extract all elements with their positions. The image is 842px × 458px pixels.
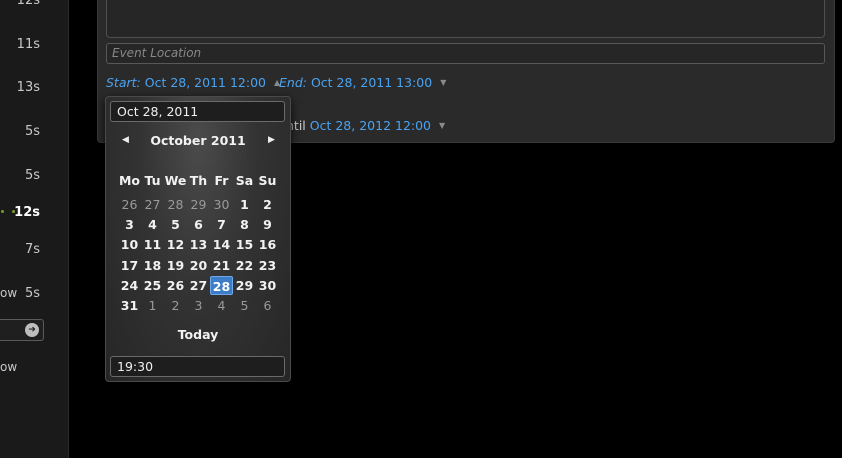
sidebar-search-input[interactable]: ➜ [0, 319, 44, 341]
end-value[interactable]: Oct 28, 2011 13:00 [311, 75, 432, 90]
start-value[interactable]: Oct 28, 2011 12:00 [145, 75, 266, 90]
weekday-header: Mo [118, 173, 141, 188]
calendar-day[interactable]: 29 [187, 195, 210, 214]
calendar-day[interactable]: 18 [141, 256, 164, 275]
event-description-textarea[interactable] [106, 0, 825, 38]
calendar-day[interactable]: 10 [118, 235, 141, 254]
start-datetime-field[interactable]: Start: Oct 28, 2011 12:00 ▲ [106, 75, 280, 90]
calendar-day[interactable]: 13 [187, 235, 210, 254]
date-input[interactable]: Oct 28, 2011 [110, 101, 285, 122]
calendar-day[interactable]: 15 [233, 235, 256, 254]
weekday-header: Th [189, 173, 208, 188]
calendar-day[interactable]: 21 [210, 256, 233, 275]
calendar-day[interactable]: 3 [187, 296, 210, 315]
calendar-day[interactable]: 26 [164, 276, 187, 295]
duration-label[interactable]: 5s [25, 168, 40, 183]
weekday-header: Su [258, 173, 277, 188]
weekday-header: Sa [235, 173, 254, 188]
calendar-day[interactable]: 12 [164, 235, 187, 254]
calendar-day[interactable]: 5 [164, 215, 187, 234]
calendar-day[interactable]: 6 [187, 215, 210, 234]
calendar-day[interactable]: 14 [210, 235, 233, 254]
calendar-day[interactable]: 30 [210, 195, 233, 214]
start-label: Start: [106, 75, 141, 90]
repeat-until-field[interactable]: ntil Oct 28, 2012 12:00 ▼ [286, 118, 445, 133]
calendar-day[interactable]: 4 [141, 215, 164, 234]
calendar-day[interactable]: 8 [233, 215, 256, 234]
calendar-day[interactable]: 26 [118, 195, 141, 214]
calendar-day[interactable]: 31 [118, 296, 141, 315]
calendar-day[interactable]: 20 [187, 256, 210, 275]
weekday-header: We [164, 173, 187, 188]
calendar-day-selected[interactable]: 28 [210, 275, 233, 295]
sidebar-now-label-2: ow [0, 360, 18, 374]
calendar-day[interactable]: 22 [233, 256, 256, 275]
calendar-day[interactable]: 25 [141, 276, 164, 295]
sidebar: 12s 11s 13s 5s 5s 12s 7s 5s ow ➜ ow [0, 0, 69, 458]
today-button[interactable]: Today [106, 327, 290, 342]
end-datetime-field[interactable]: End: Oct 28, 2011 13:00 ▼ [279, 75, 446, 90]
calendar-day[interactable]: 4 [210, 296, 233, 315]
until-value[interactable]: Oct 28, 2012 12:00 [310, 118, 431, 133]
calendar-day[interactable]: 5 [233, 296, 256, 315]
duration-label[interactable]: 12s [14, 205, 40, 220]
calendar-day[interactable]: 7 [210, 215, 233, 234]
end-label: End: [279, 75, 307, 90]
calendar-day[interactable]: 30 [256, 276, 279, 295]
calendar-day[interactable]: 6 [256, 296, 279, 315]
calendar-day[interactable]: 9 [256, 215, 279, 234]
duration-label[interactable]: 11s [17, 37, 40, 52]
duration-label[interactable]: 5s [25, 286, 40, 301]
duration-label[interactable]: 7s [25, 242, 40, 257]
calendar-day[interactable]: 24 [118, 276, 141, 295]
calendar-day[interactable]: 1 [141, 296, 164, 315]
time-input[interactable]: 19:30 [110, 356, 285, 377]
duration-label[interactable]: 12s [17, 0, 40, 8]
calendar-day[interactable]: 2 [164, 296, 187, 315]
month-label: October 2011 [150, 133, 246, 148]
duration-label[interactable]: 5s [25, 124, 40, 139]
weekday-header: Tu [144, 173, 161, 188]
calendar-day[interactable]: 27 [141, 195, 164, 214]
next-month-icon[interactable]: ▶ [268, 135, 275, 145]
calendar-day[interactable]: 1 [233, 195, 256, 214]
activity-indicator-icon [0, 208, 18, 214]
caret-down-icon[interactable]: ▼ [439, 121, 445, 130]
sidebar-now-label-1: ow [0, 286, 18, 300]
datepicker-popup: Oct 28, 2011 ◀ October 2011 ▶ Mo Tu We Th Fr… [105, 96, 291, 382]
caret-down-icon[interactable]: ▼ [440, 78, 446, 87]
duration-label[interactable]: 13s [17, 80, 40, 95]
calendar-day[interactable]: 16 [256, 235, 279, 254]
calendar-day[interactable]: 23 [256, 256, 279, 275]
calendar-day[interactable]: 28 [164, 195, 187, 214]
calendar-day[interactable]: 27 [187, 276, 210, 295]
calendar-day[interactable]: 29 [233, 276, 256, 295]
calendar-day[interactable]: 3 [118, 215, 141, 234]
calendar-day[interactable]: 2 [256, 195, 279, 214]
weekday-header: Fr [214, 173, 229, 188]
calendar-day[interactable]: 19 [164, 256, 187, 275]
calendar-day[interactable]: 11 [141, 235, 164, 254]
event-location-input[interactable]: Event Location [106, 43, 825, 64]
go-arrow-icon[interactable]: ➜ [25, 323, 39, 337]
calendar-day[interactable]: 17 [118, 256, 141, 275]
